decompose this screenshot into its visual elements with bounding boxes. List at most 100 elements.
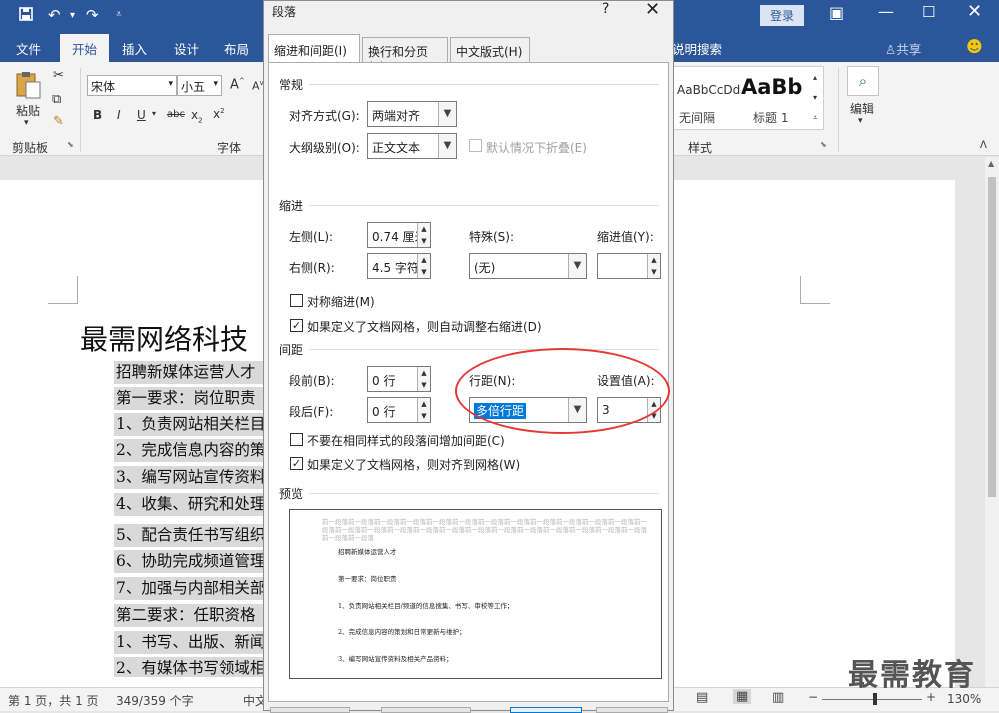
collapse-ribbon-icon[interactable]: ᐱ	[980, 140, 987, 151]
close-window-icon[interactable]: ✕	[967, 1, 982, 22]
doc-line: 招聘新媒体运营人才	[114, 361, 266, 384]
more-styles-icon[interactable]: ⩡	[813, 113, 818, 123]
dialog-close-icon[interactable]: ✕	[645, 0, 660, 20]
tab-asian-typography[interactable]: 中文版式(H)	[450, 37, 530, 62]
read-mode-icon[interactable]: ▤	[696, 690, 708, 705]
section-divider	[309, 84, 659, 85]
font-size-combo[interactable]: 小五 ▾	[177, 75, 222, 96]
save-icon[interactable]	[18, 6, 34, 26]
outline-level-dropdown[interactable]: 正文文本 ▼	[367, 133, 457, 159]
zoom-slider[interactable]	[822, 699, 922, 700]
spinner-arrows-icon[interactable]: ▲ ▼	[417, 398, 430, 422]
dialog-button-partial[interactable]	[270, 707, 350, 713]
scroll-up-arrow-icon[interactable]: ▲	[988, 159, 994, 168]
tab-file[interactable]: 文件	[16, 39, 41, 58]
share-button[interactable]: ♙共享	[885, 39, 921, 58]
grow-font-icon[interactable]: A^	[230, 77, 245, 92]
zoom-slider-thumb[interactable]	[873, 693, 877, 705]
help-button[interactable]: ?	[602, 1, 609, 17]
word-count[interactable]: 349/359 个字	[116, 692, 194, 709]
strikethrough-icon[interactable]: abc	[167, 109, 185, 120]
editing-dropdown-icon[interactable]: ▾	[858, 116, 863, 126]
styles-launcher-icon[interactable]: ⬊	[820, 140, 827, 149]
style-no-spacing-preview[interactable]: AaBbCcDd	[677, 83, 740, 97]
tab-insert[interactable]: 插入	[122, 39, 147, 58]
customize-qat-icon[interactable]: ⩡	[116, 9, 122, 20]
space-before-spinner[interactable]: 0 行 ▲ ▼	[367, 366, 431, 392]
paste-button[interactable]: 粘贴	[16, 102, 40, 119]
dialog-button-partial[interactable]	[381, 707, 471, 713]
zoom-level[interactable]: 130%	[947, 692, 981, 706]
redo-icon[interactable]: ↷	[86, 6, 99, 24]
print-layout-icon[interactable]: ▦	[733, 689, 752, 704]
subscript-icon[interactable]: x2	[191, 108, 203, 124]
tab-layout[interactable]: 布局	[224, 39, 249, 58]
right-indent-spinner[interactable]: 4.5 字符 ▲ ▼	[367, 253, 431, 279]
collapse-default-checkbox[interactable]	[469, 139, 482, 152]
indent-by-spinner[interactable]: ▲ ▼	[597, 253, 661, 279]
smiley-icon[interactable]: ☻	[966, 37, 983, 56]
doc-line: 4、收集、研究和处理	[114, 493, 266, 516]
ribbon-display-icon[interactable]: ▣	[829, 3, 844, 22]
clipboard-launcher-icon[interactable]: ⬊	[67, 140, 74, 149]
snap-to-grid-checkbox[interactable]: ✓	[290, 457, 303, 470]
space-after-label: 段后(F):	[289, 405, 334, 419]
scroll-down-icon[interactable]: ▾	[813, 93, 817, 102]
scrollbar-thumb[interactable]	[988, 177, 996, 497]
mirror-indents-label: 对称缩进(M)	[307, 295, 375, 309]
login-button[interactable]: 登录	[760, 5, 805, 26]
alignment-dropdown[interactable]: 两端对齐 ▼	[367, 101, 457, 127]
vertical-scrollbar[interactable]: ▲	[985, 157, 999, 687]
web-layout-icon[interactable]: ▥	[772, 690, 784, 705]
underline-icon[interactable]: U	[137, 108, 146, 122]
minimize-icon[interactable]: —	[878, 2, 894, 21]
style-heading1-preview[interactable]: AaBb	[741, 75, 802, 99]
spinner-arrows-icon[interactable]: ▲ ▼	[417, 223, 430, 247]
cut-icon[interactable]: ✂	[53, 68, 64, 83]
group-divider	[80, 68, 81, 152]
alignment-label: 对齐方式(G):	[289, 109, 360, 123]
superscript-icon[interactable]: x2	[213, 107, 225, 121]
shrink-font-icon[interactable]: Av	[252, 79, 264, 93]
mirror-indents-checkbox[interactable]	[290, 294, 303, 307]
bold-icon[interactable]: B	[93, 108, 102, 122]
underline-dropdown-icon[interactable]: ▾	[152, 109, 156, 118]
paste-dropdown-icon[interactable]: ▾	[24, 118, 29, 128]
maximize-icon[interactable]: ☐	[922, 3, 935, 21]
left-indent-spinner[interactable]: 0.74 厘米 ▲ ▼	[367, 222, 431, 248]
no-space-same-style-checkbox[interactable]	[290, 433, 303, 446]
tab-indents-spacing[interactable]: 缩进和间距(I)	[268, 34, 360, 63]
paste-icon[interactable]	[14, 70, 44, 100]
spinner-arrows-icon[interactable]: ▲ ▼	[647, 254, 660, 278]
styles-gallery[interactable]: AaBbCcDd 无间隔 AaBb 标题 1 ▴ ▾ ⩡	[672, 66, 824, 130]
tab-home[interactable]: 开始	[60, 34, 110, 62]
spinner-arrows-icon[interactable]: ▲ ▼	[417, 254, 430, 278]
group-divider	[838, 68, 839, 152]
tab-line-page-breaks[interactable]: 换行和分页(P)	[362, 37, 448, 74]
zoom-out-icon[interactable]: −	[808, 690, 818, 704]
copy-icon[interactable]: ⧉	[52, 92, 61, 107]
ok-button-partial[interactable]	[510, 707, 582, 713]
preview-line: 2、完成信息内容的策划和日常更新与维护；	[338, 628, 466, 636]
auto-adjust-indent-checkbox[interactable]: ✓	[290, 319, 303, 332]
scroll-up-icon[interactable]: ▴	[813, 73, 817, 82]
section-divider	[309, 349, 659, 350]
editing-button[interactable]: 编辑	[850, 100, 874, 117]
special-indent-dropdown[interactable]: (无) ▼	[469, 253, 587, 279]
page-count[interactable]: 第 1 页，共 1 页	[8, 692, 99, 709]
right-indent-value: 4.5 字符	[372, 261, 419, 275]
undo-dropdown-icon[interactable]: ▾	[70, 10, 75, 21]
italic-icon[interactable]: I	[117, 108, 121, 122]
tell-me-search[interactable]: 说明搜索	[672, 39, 722, 58]
space-after-spinner[interactable]: 0 行 ▲ ▼	[367, 397, 431, 423]
format-painter-icon[interactable]: ✎	[53, 114, 64, 129]
spinner-arrows-icon[interactable]: ▲ ▼	[417, 367, 430, 391]
font-name-combo[interactable]: 宋体 ▾	[87, 75, 177, 96]
dialog-title: 段落	[272, 5, 297, 19]
indent-heading: 缩进	[279, 199, 304, 213]
preview-heading: 预览	[279, 487, 304, 501]
search-icon[interactable]: ⌕	[847, 66, 879, 96]
cancel-button-partial[interactable]	[596, 707, 668, 713]
tab-design[interactable]: 设计	[174, 39, 199, 58]
undo-icon[interactable]: ↶	[48, 6, 61, 24]
